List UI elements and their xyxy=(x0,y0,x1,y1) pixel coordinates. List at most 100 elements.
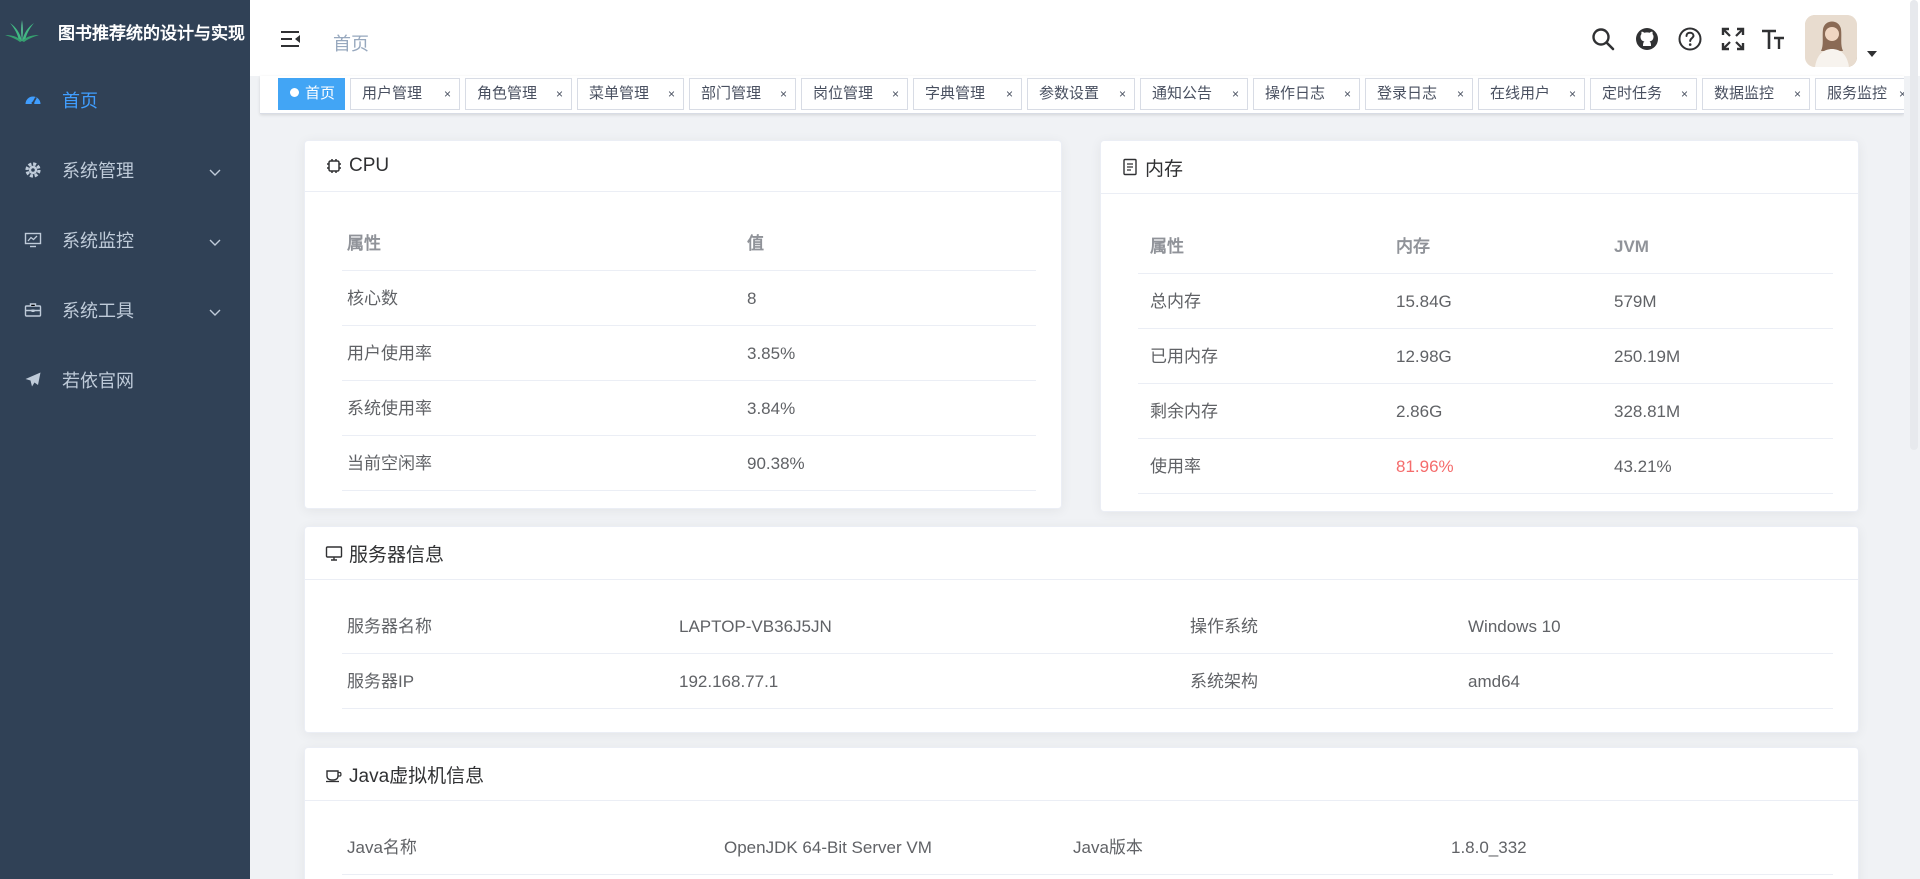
sidebar: 图书推荐统的设计与实现 首页系统管理系统监控系统工具若依官网 xyxy=(0,0,250,879)
row-value: 2.86G xyxy=(1396,402,1443,421)
sidebar-item-home[interactable]: 首页 xyxy=(0,65,250,135)
tag-label: 用户管理 xyxy=(362,85,423,102)
tag-12[interactable]: 定时任务 × xyxy=(1590,78,1697,110)
close-icon[interactable]: × xyxy=(1344,79,1351,109)
hamburger-icon[interactable] xyxy=(280,28,302,50)
search-icon[interactable] xyxy=(1590,26,1616,52)
toolbox-icon xyxy=(24,301,42,319)
table-row: Java名称 OpenJDK 64-Bit Server VM Java版本 1.8.… xyxy=(342,820,1833,875)
avatar-image-icon xyxy=(1805,15,1857,67)
github-icon[interactable] xyxy=(1634,26,1660,52)
table-row: 系统使用率 3.84% xyxy=(342,381,1036,436)
sidebar-item-system-tools[interactable]: 系统工具 xyxy=(0,275,250,345)
chevron-down-icon xyxy=(208,303,222,317)
column-header: JVM xyxy=(1614,237,1649,256)
row-value: OpenJDK 64-Bit Server VM xyxy=(724,838,932,857)
memory-title: 内存 xyxy=(1145,158,1184,180)
close-icon[interactable]: × xyxy=(1119,79,1126,109)
close-icon[interactable]: × xyxy=(1569,79,1576,109)
tag-10[interactable]: 登录日志 × xyxy=(1365,78,1473,110)
chevron-down-icon xyxy=(208,233,222,247)
table-header-row: 属性 值 xyxy=(342,216,1036,271)
row-value: 192.168.77.1 xyxy=(679,672,779,691)
row-label: 已用内存 xyxy=(1150,347,1218,366)
close-icon[interactable]: × xyxy=(1794,79,1801,109)
row-value: 328.81M xyxy=(1614,402,1681,421)
tag-label: 参数设置 xyxy=(1039,85,1100,102)
close-icon[interactable]: × xyxy=(444,79,451,109)
sidebar-item-label: 首页 xyxy=(62,91,98,111)
font-size-icon[interactable] xyxy=(1760,26,1786,52)
tag-8[interactable]: 通知公告 × xyxy=(1140,78,1248,110)
server-title: 服务器信息 xyxy=(349,544,445,566)
fullscreen-icon[interactable] xyxy=(1720,26,1746,52)
tag-label: 服务监控 xyxy=(1827,85,1888,102)
monitor-icon xyxy=(24,231,42,249)
tag-14[interactable]: 服务监控× xyxy=(1815,78,1904,110)
tag-label: 定时任务 xyxy=(1602,85,1663,102)
monitor-icon xyxy=(325,546,343,561)
sidebar-item-system-management[interactable]: 系统管理 xyxy=(0,135,250,205)
breadcrumb: 首页 xyxy=(333,34,369,54)
sidebar-menu: 首页系统管理系统监控系统工具若依官网 xyxy=(0,65,250,415)
close-icon[interactable]: × xyxy=(1232,79,1239,109)
navbar: 首页 xyxy=(250,0,1920,76)
tag-11[interactable]: 在线用户 × xyxy=(1478,78,1585,110)
caret-down-icon[interactable] xyxy=(1866,50,1878,58)
avatar[interactable] xyxy=(1805,15,1857,67)
gear-icon xyxy=(24,161,42,179)
row-value: 81.96% xyxy=(1396,457,1454,476)
tag-2[interactable]: 角色管理 × xyxy=(465,78,572,110)
row-value: 12.98G xyxy=(1396,347,1452,366)
tag-label: 首页 xyxy=(305,85,336,102)
table-row: 剩余内存 2.86G 328.81M xyxy=(1138,384,1833,439)
close-icon[interactable]: × xyxy=(668,79,675,109)
tag-6[interactable]: 字典管理 × xyxy=(913,78,1022,110)
row-value: 操作系统 xyxy=(1190,617,1258,636)
tag-7[interactable]: 参数设置 × xyxy=(1027,78,1135,110)
sidebar-item-system-monitor[interactable]: 系统监控 xyxy=(0,205,250,275)
row-label: 核心数 xyxy=(347,289,398,308)
sidebar-item-ruoyi-site[interactable]: 若依官网 xyxy=(0,345,250,415)
tag-label: 部门管理 xyxy=(701,85,762,102)
close-icon[interactable]: × xyxy=(1457,79,1464,109)
row-value: 579M xyxy=(1614,292,1657,311)
active-dot-icon xyxy=(290,88,299,97)
sidebar-item-label: 系统监控 xyxy=(62,231,134,251)
memory-card-header: 内存 xyxy=(1101,141,1858,194)
table-row: 当前空闲率 90.38% xyxy=(342,436,1036,491)
close-icon[interactable]: × xyxy=(1006,79,1013,109)
close-icon[interactable]: × xyxy=(556,79,563,109)
row-value: 3.85% xyxy=(747,344,796,363)
cpu-title: CPU xyxy=(349,155,390,176)
logo[interactable]: 图书推荐统的设计与实现 xyxy=(0,0,250,62)
close-icon[interactable]: × xyxy=(892,79,899,109)
table-row: 使用率 81.96% 43.21% xyxy=(1138,439,1833,494)
table-row: 核心数 8 xyxy=(342,271,1036,326)
sidebar-item-label: 系统管理 xyxy=(62,161,134,181)
sidebar-item-label: 若依官网 xyxy=(62,371,134,391)
paper-plane-icon xyxy=(24,371,42,389)
close-icon[interactable]: × xyxy=(1681,79,1688,109)
row-label: 使用率 xyxy=(1150,457,1201,476)
server-card: 服务器信息 服务器名称 LAPTOP-VB36J5JN 操作系统 Windows 10… xyxy=(304,526,1859,733)
tag-label: 操作日志 xyxy=(1265,85,1326,102)
tag-5[interactable]: 岗位管理 × xyxy=(801,78,908,110)
row-label: 服务器IP xyxy=(347,672,415,691)
jvm-card: Java虚拟机信息 Java名称 OpenJDK 64-Bit Server VM… xyxy=(304,747,1859,879)
tag-1[interactable]: 用户管理 × xyxy=(350,78,460,110)
cpu-card-header: CPU xyxy=(305,141,1061,192)
tag-13[interactable]: 数据监控 × xyxy=(1702,78,1810,110)
close-icon[interactable]: × xyxy=(780,79,787,109)
table-row: 用户使用率 3.85% xyxy=(342,326,1036,381)
tag-9[interactable]: 操作日志 × xyxy=(1253,78,1360,110)
scrollbar[interactable] xyxy=(1910,0,1918,450)
question-icon[interactable] xyxy=(1677,26,1703,52)
tag-0[interactable]: 首页 xyxy=(278,78,345,110)
row-value: amd64 xyxy=(1468,672,1520,691)
tag-3[interactable]: 菜单管理 × xyxy=(577,78,684,110)
tag-label: 菜单管理 xyxy=(589,85,650,102)
tag-4[interactable]: 部门管理 × xyxy=(689,78,796,110)
column-header: 内存 xyxy=(1396,237,1430,256)
table-row: 已用内存 12.98G 250.19M xyxy=(1138,329,1833,384)
